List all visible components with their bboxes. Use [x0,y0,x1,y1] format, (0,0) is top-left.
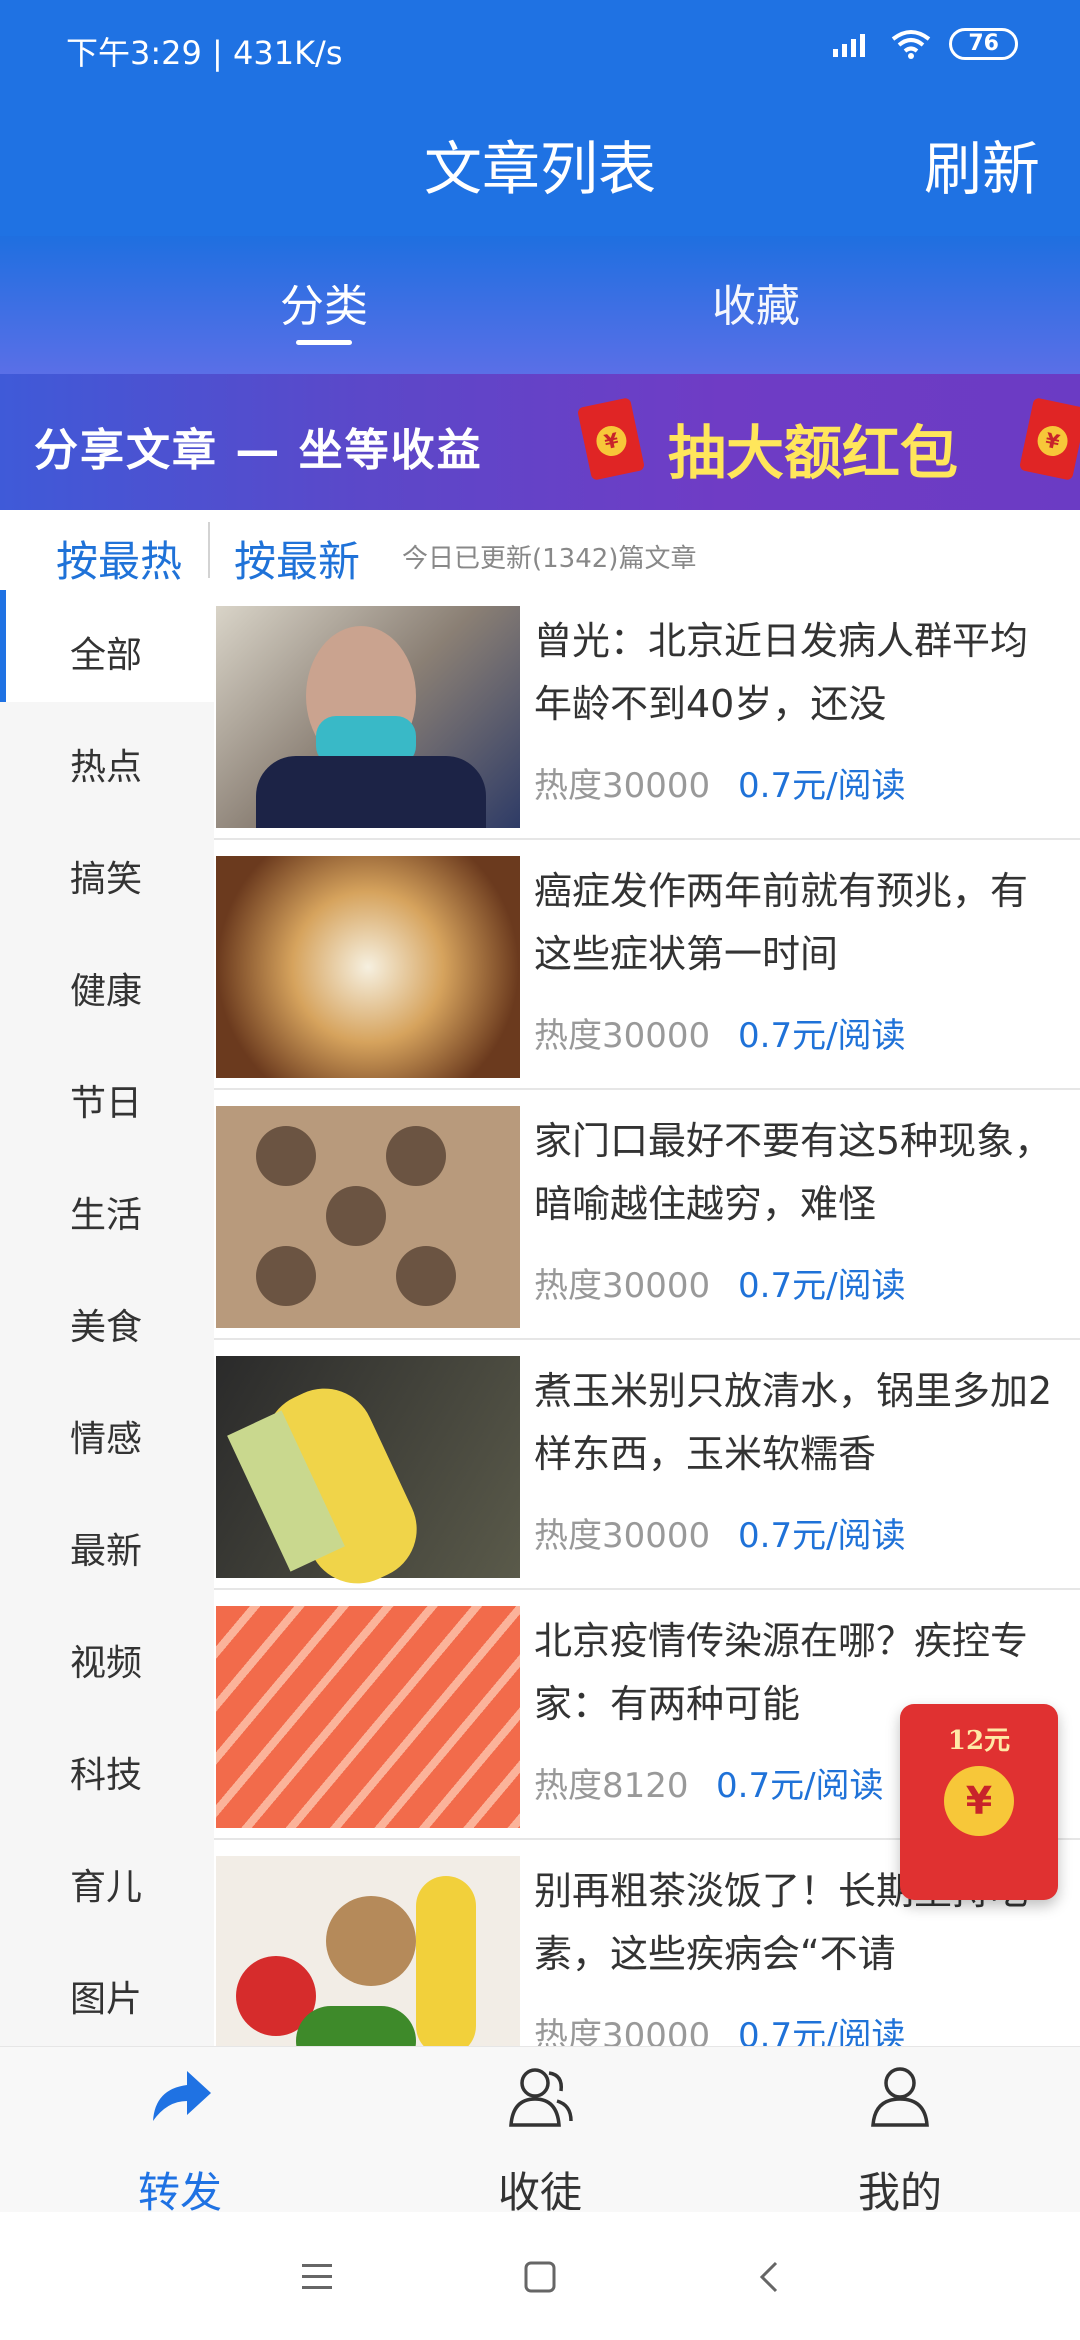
article-thumbnail [216,1356,520,1600]
article-title: 家门口最好不要有这5种现象，暗喻越住越穷，难怪 [534,1119,1053,1226]
article-price: 0.7元/阅读 [738,2016,906,2046]
article-price: 0.7元/阅读 [716,1766,884,1806]
nav-forward-label: 转发 [137,2168,222,2217]
article-item[interactable]: 煮玉米别只放清水，锅里多加2样东西，玉米软糯香 热度30000 0.7元/阅读 [214,1340,1080,1600]
tab-bar: 分类 收藏 [0,236,1080,374]
nav-apprentice[interactable]: 收徒 [360,2047,720,2217]
banner-slogan: 分享文章 — 坐等收益 [34,425,483,476]
status-bar: 下午3:29 | 431K/s 76 [0,0,1080,100]
article-title: 煮玉米别只放清水，锅里多加2样东西，玉米软糯香 [534,1369,1053,1476]
app-header: 文章列表 刷新 [0,100,1080,236]
menu-icon[interactable] [300,2262,334,2292]
article-thumbnail [216,1606,520,1828]
article-heat: 热度30000 [534,766,711,806]
banner-lottery-text: 抽大额红包 [668,419,959,487]
category-item-parenting[interactable]: 育儿 [0,1822,214,1934]
sort-bar: 按最热 按最新 今日已更新(1342)篇文章 [0,510,1080,590]
users-icon [509,2068,573,2127]
red-envelope-icon: ¥ [1018,397,1080,481]
article-thumbnail [216,1856,520,2046]
article-heat: 热度30000 [534,1266,711,1306]
article-price: 0.7元/阅读 [738,766,906,806]
sort-by-hot-button[interactable]: 按最热 [56,528,182,589]
article-heat: 热度30000 [534,2016,711,2046]
status-icons: 76 [833,28,1018,60]
share-arrow-icon [153,2071,211,2121]
category-item-all[interactable]: 全部 [0,590,214,702]
article-thumbnail [216,606,520,828]
category-item-food[interactable]: 美食 [0,1262,214,1374]
red-envelope-icon: ¥ [576,397,646,481]
article-price: 0.7元/阅读 [738,1266,906,1306]
red-packet-amount: 12元 [947,1726,1011,1756]
refresh-button[interactable]: 刷新 [924,122,1040,206]
tab-active-indicator [296,340,352,345]
promo-banner[interactable]: 分享文章 — 坐等收益 ¥ 抽大额红包 ¥ [0,374,1080,510]
article-price: 0.7元/阅读 [738,1016,906,1056]
nav-forward[interactable]: 转发 [0,2047,360,2217]
category-item-health[interactable]: 健康 [0,926,214,1038]
category-item-pictures[interactable]: 图片 [0,1934,214,2046]
nav-apprentice-label: 收徒 [497,2168,582,2217]
article-item[interactable]: 曾光：北京近日发病人群平均年龄不到40岁，还没 热度30000 0.7元/阅读 [214,590,1080,840]
article-price: 0.7元/阅读 [738,1516,906,1556]
floating-red-packet[interactable]: 12元 ¥ [900,1704,1058,1900]
article-item[interactable]: 癌症发作两年前就有预兆，有这些症状第一时间 热度30000 0.7元/阅读 [214,840,1080,1090]
category-item-holiday[interactable]: 节日 [0,1038,214,1150]
article-heat: 热度30000 [534,1016,711,1056]
wifi-icon [892,30,931,59]
status-time: 下午3:29 | 431K/s [66,34,343,72]
update-count-text: 今日已更新(1342)篇文章 [402,544,697,574]
category-item-hot[interactable]: 热点 [0,702,214,814]
divider [208,522,210,578]
back-icon[interactable] [756,2260,780,2294]
nav-mine[interactable]: 我的 [720,2047,1080,2217]
article-heat: 热度8120 [534,1766,689,1806]
category-item-funny[interactable]: 搞笑 [0,814,214,926]
bottom-nav: 转发 收徒 我的 [0,2046,1080,2217]
article-title: 曾光：北京近日发病人群平均年龄不到40岁，还没 [534,619,1029,726]
system-nav-bar [0,2212,1080,2340]
article-heat: 热度30000 [534,1516,711,1556]
home-icon[interactable] [523,2260,557,2294]
category-item-tech[interactable]: 科技 [0,1710,214,1822]
article-item[interactable]: 家门口最好不要有这5种现象，暗喻越住越穷，难怪 热度30000 0.7元/阅读 [214,1090,1080,1340]
page-title: 文章列表 [423,135,656,203]
yuan-coin-icon: ¥ [944,1766,1014,1836]
category-item-life[interactable]: 生活 [0,1150,214,1262]
signal-icon [833,34,866,57]
category-item-latest[interactable]: 最新 [0,1486,214,1598]
user-icon [871,2067,929,2127]
tab-favorites[interactable]: 收藏 [712,270,800,334]
article-thumbnail [216,1106,520,1328]
article-thumbnail [216,856,520,1078]
sort-by-new-button[interactable]: 按最新 [234,528,360,589]
battery-indicator: 76 [949,28,1018,60]
category-item-emotion[interactable]: 情感 [0,1374,214,1486]
nav-mine-label: 我的 [857,2168,942,2217]
tab-category[interactable]: 分类 [280,270,368,334]
article-title: 癌症发作两年前就有预兆，有这些症状第一时间 [534,869,1029,976]
category-item-video[interactable]: 视频 [0,1598,214,1710]
category-sidebar: 全部 热点 搞笑 健康 节日 生活 美食 情感 最新 视频 科技 育儿 图片 [0,590,214,2046]
